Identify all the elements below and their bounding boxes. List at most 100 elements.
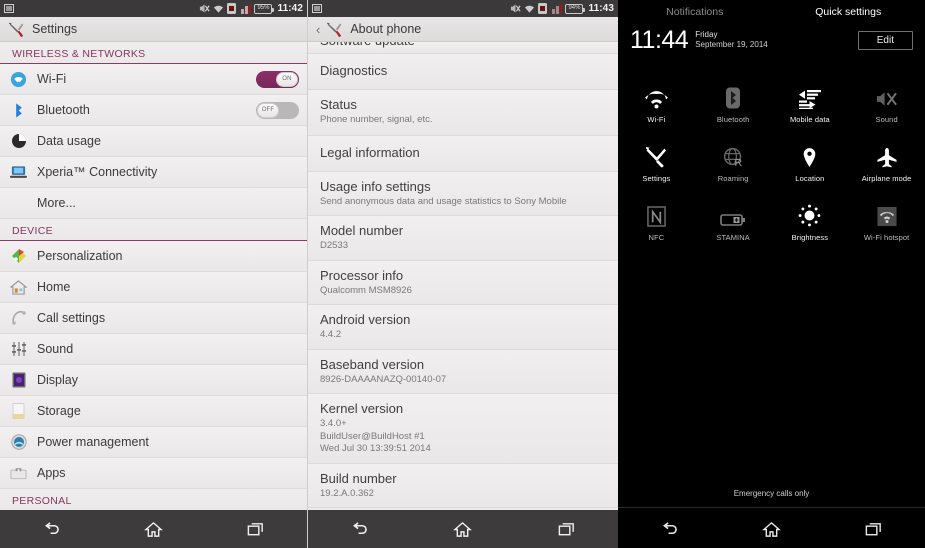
bluetooth-toggle[interactable]: OFF (256, 101, 299, 119)
wifi-icon (644, 83, 669, 109)
brightness-sun-icon (798, 201, 821, 227)
tile-airplane-mode[interactable]: Airplane mode (848, 133, 925, 192)
recents-icon[interactable] (823, 510, 925, 548)
tile-settings[interactable]: Settings (618, 133, 695, 192)
tile-row: Wi-Fi Bluetooth Mobile data Sound (618, 74, 925, 133)
home-icon[interactable] (411, 510, 514, 548)
mobile-data-icon (798, 83, 822, 109)
sidebar-item-apps[interactable]: Apps (0, 458, 307, 489)
sidebar-item-power-management[interactable]: Power management (0, 427, 307, 458)
sidebar-item-xperia-connectivity[interactable]: Xperia™ Connectivity (0, 157, 307, 188)
sidebar-item-sound[interactable]: Sound (0, 334, 307, 365)
about-phone-list: Software update Diagnostics Status Phone… (308, 42, 618, 508)
back-icon[interactable] (0, 510, 102, 548)
recents-icon[interactable] (515, 510, 618, 548)
stamina-battery-icon (720, 201, 746, 227)
nav-bar-right (618, 510, 925, 548)
tile-roaming[interactable]: R Roaming (695, 133, 772, 192)
battery-percent: 95% (257, 5, 270, 11)
page-title: Settings (32, 22, 78, 36)
tile-bluetooth[interactable]: Bluetooth (695, 74, 772, 133)
list-item-title: Processor info (320, 267, 404, 283)
tile-label: Wi-Fi (647, 115, 666, 124)
home-icon[interactable] (102, 510, 204, 548)
back-chevron-icon[interactable]: ‹ (316, 23, 320, 36)
clock: 11:44 (630, 26, 689, 54)
status-bar-left: 95% 11:42 (0, 0, 307, 17)
sidebar-item-more[interactable]: More... (0, 188, 307, 219)
tile-label: Settings (642, 174, 671, 183)
tile-wifi[interactable]: Wi-Fi (618, 74, 695, 133)
sidebar-item-display[interactable]: Display (0, 365, 307, 396)
settings-wrench-icon (8, 21, 25, 38)
screenshot-icon (312, 4, 322, 13)
sidebar-item-bluetooth[interactable]: Bluetooth OFF (0, 95, 307, 126)
settings-wrench-icon (645, 142, 667, 168)
tab-notifications[interactable]: Notifications (618, 6, 772, 18)
edit-button[interactable]: Edit (857, 31, 913, 50)
tile-nfc[interactable]: NFC (618, 192, 695, 251)
wifi-icon (213, 4, 224, 14)
tile-mobile-data[interactable]: Mobile data (772, 74, 849, 133)
quick-settings-panel: Notifications Quick settings 11:44 Frida… (618, 0, 925, 548)
list-item-title: Diagnostics (320, 63, 388, 78)
list-item[interactable]: Software update (308, 42, 618, 54)
back-icon[interactable] (618, 510, 720, 548)
tile-label: Location (795, 174, 825, 183)
list-item[interactable]: Usage info settings Send anonymous data … (308, 171, 618, 216)
recents-icon[interactable] (205, 510, 307, 548)
data-usage-icon (8, 131, 29, 152)
list-item-title: Status (320, 97, 357, 112)
list-item-subtitle: Qualcomm MSM8926 (320, 284, 412, 296)
storage-icon (8, 401, 29, 422)
sidebar-item-wifi[interactable]: Wi-Fi ON (0, 64, 307, 95)
wifi-toggle[interactable]: ON (256, 70, 299, 88)
sidebar-item-data-usage[interactable]: Data usage (0, 126, 307, 157)
tile-wifi-hotspot[interactable]: Wi-Fi hotspot (848, 192, 925, 251)
tile-row: Settings R Roaming Location Airplane mod… (618, 133, 925, 192)
list-item[interactable]: Legal information (308, 135, 618, 172)
tile-sound[interactable]: Sound (848, 74, 925, 133)
sidebar-item-label: Power management (37, 435, 149, 449)
list-item[interactable]: Status Phone number, signal, etc. (308, 90, 618, 136)
tile-stamina[interactable]: STAMINA (695, 192, 772, 251)
list-item[interactable]: Processor info Qualcomm MSM8926 (308, 260, 618, 305)
list-item[interactable]: Model number D2533 (308, 216, 618, 261)
sidebar-item-personalization[interactable]: Personalization (0, 241, 307, 272)
sidebar-item-label: Storage (37, 404, 81, 418)
list-item[interactable]: Diagnostics (308, 54, 618, 90)
battery-percent: 94% (568, 5, 581, 11)
tile-location[interactable]: Location (772, 133, 849, 192)
list-item[interactable]: Kernel version 3.4.0+ BuildUser@BuildHos… (308, 394, 618, 464)
tab-quick-settings[interactable]: Quick settings (772, 6, 925, 18)
section-header-device: DEVICE (0, 219, 307, 241)
tile-brightness[interactable]: Brightness (772, 192, 849, 251)
status-bar-mid: 94% 11:43 (308, 0, 618, 17)
clock-left: 11:42 (277, 3, 303, 14)
home-icon[interactable] (720, 510, 822, 548)
list-item[interactable]: Android version 4.4.2 (308, 305, 618, 350)
list-item[interactable]: Build number 19.2.A.0.362 (308, 463, 618, 508)
list-item-subtitle: 4.4.2 (320, 329, 342, 340)
tile-label: Airplane mode (861, 174, 912, 183)
section-header-personal: PERSONAL (0, 489, 307, 511)
list-item-title: Kernel version (320, 401, 404, 416)
list-item[interactable]: Baseband version 8926-DAAAANAZQ-00140-07 (308, 349, 618, 394)
sidebar-item-label: More... (37, 196, 76, 210)
status-text: Emergency calls only (618, 489, 925, 508)
bluetooth-icon (8, 100, 29, 121)
signal-icon (550, 3, 563, 14)
wifi-icon (8, 69, 29, 90)
back-icon[interactable] (308, 510, 411, 548)
sidebar-item-call-settings[interactable]: Call settings (0, 303, 307, 334)
list-item-title: Legal information (320, 144, 420, 160)
sidebar-item-storage[interactable]: Storage (0, 396, 307, 427)
display-icon (8, 370, 29, 391)
sidebar-item-home[interactable]: Home (0, 272, 307, 303)
tile-label: Wi-Fi hotspot (863, 233, 910, 242)
personalization-icon (8, 246, 29, 267)
date-label: September 19, 2014 (695, 40, 768, 49)
sidebar-item-label: Wi-Fi (37, 72, 67, 86)
day-label: Friday (695, 30, 718, 39)
list-item-subtitle: Phone number, signal, etc. (320, 114, 433, 125)
